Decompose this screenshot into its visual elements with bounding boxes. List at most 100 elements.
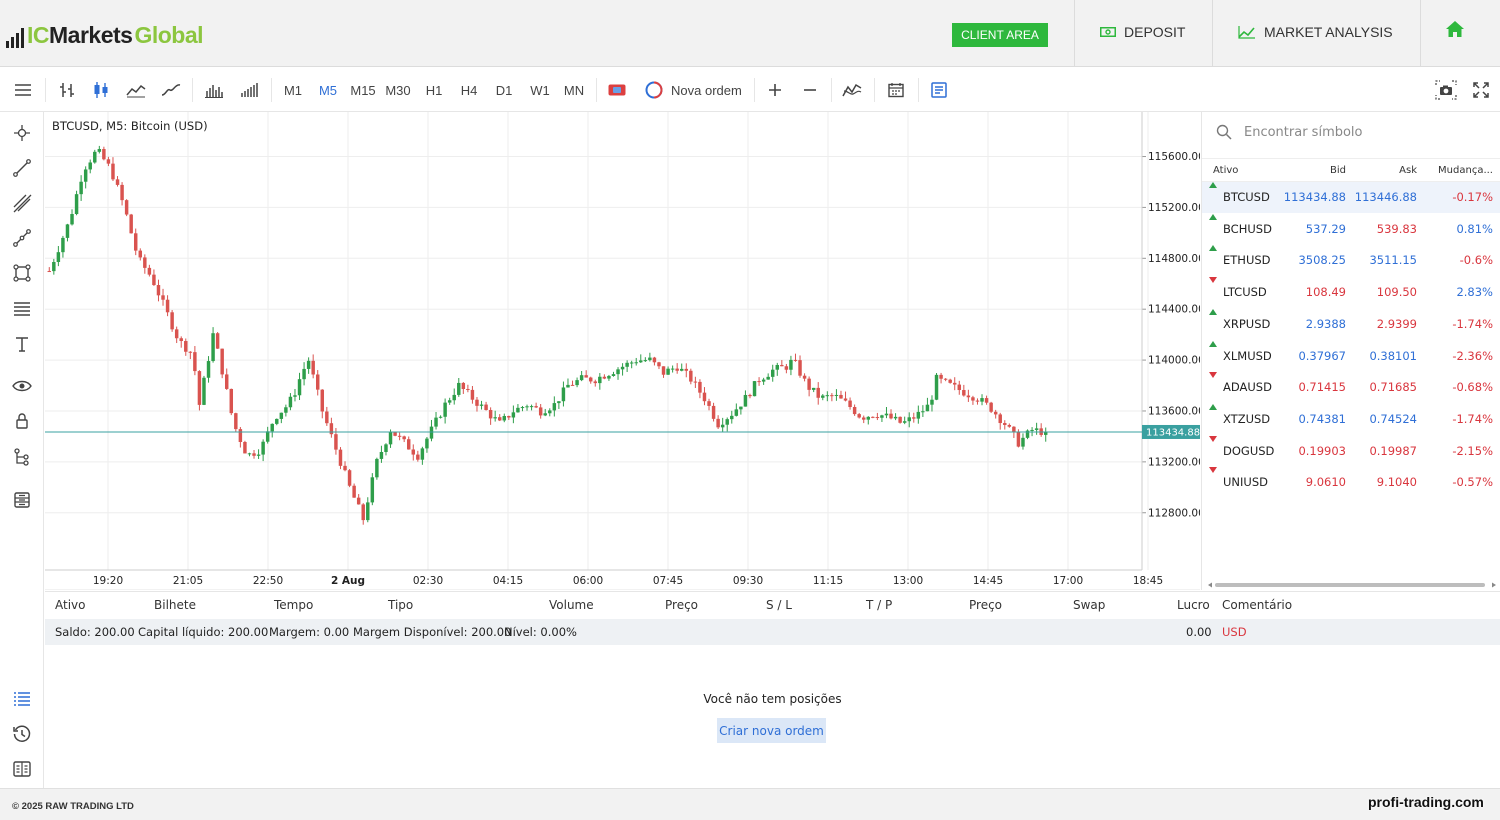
watchlist-row-bchusd[interactable]: BCHUSD 537.29 539.83 0.81% bbox=[1202, 213, 1500, 245]
smooth-line-button[interactable] bbox=[160, 80, 182, 100]
history-clock-icon[interactable] bbox=[12, 724, 32, 744]
col-tempo[interactable]: Tempo bbox=[274, 592, 313, 619]
candle-body bbox=[570, 384, 575, 386]
candle-body bbox=[438, 416, 443, 418]
candle-body bbox=[720, 424, 725, 428]
timeframe-m1[interactable]: M1 bbox=[282, 80, 304, 100]
watchlist-scrollbar[interactable] bbox=[1208, 582, 1496, 588]
candle-body bbox=[652, 357, 657, 363]
candle-body bbox=[320, 389, 325, 412]
candle-body bbox=[989, 402, 993, 412]
col-bid[interactable]: Bid bbox=[1330, 159, 1346, 183]
new-order-button[interactable]: Nova ordem bbox=[645, 80, 745, 100]
channel-lines-icon[interactable] bbox=[12, 193, 32, 213]
candle-body bbox=[74, 194, 79, 215]
col-tipo[interactable]: Tipo bbox=[388, 592, 413, 619]
one-click-trading-button[interactable] bbox=[606, 80, 628, 100]
deposit-label: DEPOSIT bbox=[1124, 24, 1186, 40]
watchlist-row-ethusd[interactable]: ETHUSD 3508.25 3511.15 -0.6% bbox=[1202, 245, 1500, 276]
watchlist-row-xlmusd[interactable]: XLMUSD 0.37967 0.38101 -2.36% bbox=[1202, 340, 1500, 372]
col-preco-current[interactable]: Preço bbox=[969, 592, 1002, 619]
balance-value: Saldo: 200.00 bbox=[55, 625, 135, 639]
col-lucro[interactable]: Lucro bbox=[1177, 592, 1210, 619]
object-tree-icon[interactable] bbox=[12, 447, 32, 467]
lock-icon[interactable] bbox=[12, 411, 32, 431]
candle-body bbox=[598, 376, 602, 384]
timeframe-m15[interactable]: M15 bbox=[350, 80, 375, 100]
watchlist-row-uniusd[interactable]: UNIUSD 9.0610 9.1040 -0.57% bbox=[1202, 467, 1500, 498]
arrow-down-icon bbox=[1209, 277, 1217, 284]
broker-logo[interactable]: ICMarketsGlobal bbox=[6, 20, 203, 48]
rectangle-shape-icon[interactable] bbox=[12, 263, 32, 283]
eye-icon[interactable] bbox=[12, 376, 32, 396]
expand-icon bbox=[1473, 82, 1489, 98]
positions-list-icon[interactable] bbox=[12, 689, 32, 709]
col-swap[interactable]: Swap bbox=[1073, 592, 1105, 619]
create-order-button[interactable]: Criar nova ordem bbox=[717, 718, 826, 743]
price-chart[interactable]: 19:20 21:05 22:50 2 Aug 02:30 04:15 06:00 07:45… bbox=[45, 112, 1200, 590]
candle-chart-type-button[interactable] bbox=[90, 80, 112, 100]
watchlist-header: Ativo Bid Ask Mudança... bbox=[1202, 158, 1500, 182]
col-comentario[interactable]: Comentário bbox=[1222, 592, 1292, 619]
database-stack-icon[interactable] bbox=[12, 490, 32, 510]
journal-icon[interactable] bbox=[12, 759, 32, 779]
timeframe-h1[interactable]: H1 bbox=[423, 80, 445, 100]
timeframe-h4[interactable]: H4 bbox=[458, 80, 480, 100]
candle-body bbox=[1021, 437, 1025, 447]
client-area-button[interactable]: CLIENT AREA bbox=[952, 23, 1048, 47]
watchlist-row-ltcusd[interactable]: LTCUSD 108.49 109.50 2.83% bbox=[1202, 277, 1500, 308]
crosshair-icon[interactable] bbox=[12, 123, 32, 143]
fibonacci-levels-icon[interactable] bbox=[12, 299, 32, 319]
timeframe-d1[interactable]: D1 bbox=[493, 80, 515, 100]
candle-body bbox=[1003, 423, 1007, 425]
screenshot-button[interactable] bbox=[1434, 80, 1458, 100]
fullscreen-button[interactable] bbox=[1470, 80, 1492, 100]
zoom-out-button[interactable] bbox=[799, 80, 821, 100]
calendar-button[interactable] bbox=[885, 80, 907, 100]
page-footer: © 2025 RAW TRADING LTD profi-trading.com bbox=[0, 788, 1500, 820]
timeframe-mn[interactable]: MN bbox=[563, 80, 585, 100]
indicators-button[interactable] bbox=[841, 80, 863, 100]
menu-button[interactable] bbox=[12, 80, 34, 100]
col-bilhete[interactable]: Bilhete bbox=[154, 592, 196, 619]
candle-body bbox=[707, 401, 711, 406]
timeframe-m5[interactable]: M5 bbox=[317, 80, 339, 100]
col-ativo[interactable]: Ativo bbox=[1213, 159, 1238, 183]
ask-price: 2.9399 bbox=[1376, 316, 1417, 331]
volume-bars-button[interactable] bbox=[203, 80, 225, 100]
segment-nodes-icon[interactable] bbox=[12, 228, 32, 248]
col-preco-open[interactable]: Preço bbox=[665, 592, 698, 619]
watchlist-row-dogusd[interactable]: DOGUSD 0.19903 0.19987 -2.15% bbox=[1202, 435, 1500, 467]
trend-line-icon[interactable] bbox=[12, 158, 32, 178]
col-sl[interactable]: S / L bbox=[766, 592, 792, 619]
market-analysis-link[interactable]: MARKET ANALYSIS bbox=[1238, 24, 1393, 40]
watchlist-row-btcusd[interactable]: BTCUSD 113434.88 113446.88 -0.17% bbox=[1202, 182, 1500, 213]
margin-level-value: Nível: 0.00% bbox=[504, 625, 577, 639]
empty-positions-message: Você não tem posições bbox=[703, 692, 842, 706]
candle-body bbox=[811, 387, 816, 390]
watchlist-row-xrpusd[interactable]: XRPUSD 2.9388 2.9399 -1.74% bbox=[1202, 308, 1500, 340]
col-tp[interactable]: T / P bbox=[866, 592, 892, 619]
watchlist-row-adausd[interactable]: ADAUSD 0.71415 0.71685 -0.68% bbox=[1202, 372, 1500, 403]
col-change[interactable]: Mudança... bbox=[1438, 159, 1493, 183]
tick-volume-button[interactable] bbox=[238, 80, 260, 100]
bar-chart-type-button[interactable] bbox=[56, 80, 78, 100]
timeframe-m30[interactable]: M30 bbox=[385, 80, 411, 100]
line-chart-type-button[interactable] bbox=[125, 80, 147, 100]
col-ask[interactable]: Ask bbox=[1399, 159, 1417, 183]
daily-change: 2.83% bbox=[1456, 285, 1493, 300]
candle-body bbox=[802, 375, 807, 379]
text-tool-icon[interactable] bbox=[12, 334, 32, 354]
timeframe-w1[interactable]: W1 bbox=[529, 80, 551, 100]
col-volume[interactable]: Volume bbox=[549, 592, 594, 619]
home-button[interactable] bbox=[1445, 20, 1465, 42]
trade-panel-toggle-button[interactable] bbox=[928, 80, 950, 100]
arrow-up-icon bbox=[1209, 182, 1217, 188]
zoom-in-button[interactable] bbox=[764, 80, 786, 100]
search-input[interactable]: Encontrar símbolo bbox=[1244, 125, 1363, 140]
col-ativo[interactable]: Ativo bbox=[55, 592, 85, 619]
deposit-link[interactable]: DEPOSIT bbox=[1100, 24, 1185, 40]
candle-body bbox=[52, 261, 56, 272]
watchlist-row-xtzusd[interactable]: XTZUSD 0.74381 0.74524 -1.74% bbox=[1202, 403, 1500, 435]
symbol-search[interactable]: Encontrar símbolo bbox=[1216, 124, 1363, 140]
